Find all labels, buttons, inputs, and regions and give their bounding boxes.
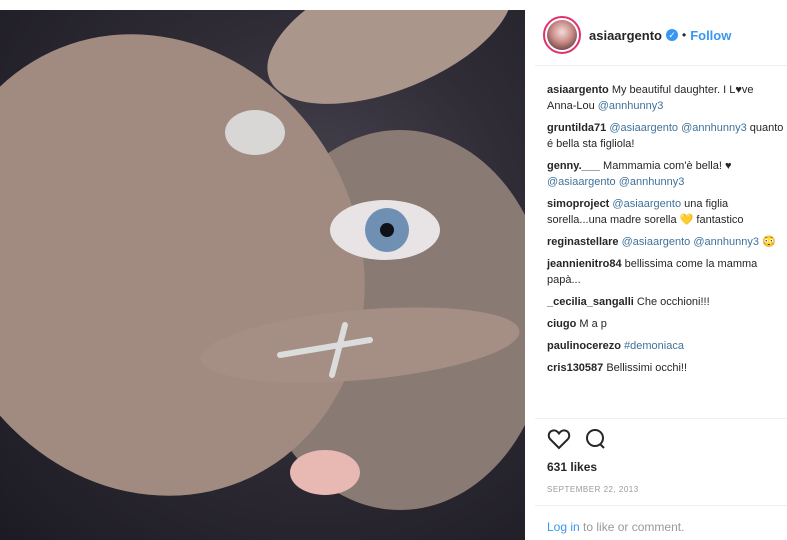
comment-icon[interactable] — [583, 428, 607, 450]
comment-text: M a p — [576, 318, 607, 330]
post-header: asiaargento ✓ • Follow — [535, 10, 787, 60]
mention-link[interactable]: @annhunny3 — [681, 122, 747, 134]
comment-username[interactable]: reginastellare — [547, 236, 619, 248]
comment-item: paulinocerezo #demoniaca — [547, 338, 787, 354]
login-link[interactable]: Log in — [547, 520, 580, 534]
avatar-image — [547, 20, 577, 50]
mention-link[interactable]: @asiaargento — [547, 176, 616, 188]
mention-link[interactable]: @asiaargento — [622, 236, 691, 248]
comment-text: Bellissimi occhi!! — [603, 362, 688, 374]
comment-username[interactable]: cris130587 — [547, 362, 603, 374]
mention-link[interactable]: @asiaargento — [612, 198, 681, 210]
comment-username[interactable]: asiaargento — [547, 84, 609, 96]
login-text: to like or comment. — [579, 520, 685, 534]
comment-item: ciugo M a p — [547, 316, 787, 332]
footer-divider — [535, 505, 787, 506]
caption: asiaargento My beautiful daughter. I L♥v… — [547, 82, 787, 114]
post-photo — [0, 10, 525, 540]
header-divider — [535, 65, 787, 66]
mention-link[interactable]: @annhunny3 — [619, 176, 685, 188]
caption-line2: Anna-Lou — [547, 100, 598, 112]
comment-item: _cecilia_sangalli Che occhioni!!! — [547, 294, 787, 310]
comment-item: reginastellare @asiaargento @annhunny3 😳 — [547, 234, 787, 250]
comments-list: asiaargento My beautiful daughter. I L♥v… — [547, 82, 787, 382]
action-bar — [547, 428, 607, 450]
comment-username[interactable]: simoproject — [547, 198, 609, 210]
comment-text: Mammamia com'è bella! ♥ — [600, 160, 732, 172]
likes-count[interactable]: 631 likes — [547, 460, 597, 474]
comment-username[interactable]: ciugo — [547, 318, 576, 330]
comment-username[interactable]: gruntilda71 — [547, 122, 606, 134]
comment-text: Che occhioni!!! — [633, 296, 710, 308]
cross-ring-icon — [277, 322, 373, 378]
mention-link[interactable]: @asiaargento — [609, 122, 678, 134]
comment-item: cris130587 Bellissimi occhi!! — [547, 360, 787, 376]
mention-link[interactable]: #demoniaca — [624, 340, 684, 352]
avatar[interactable] — [543, 16, 581, 54]
mention-link[interactable]: @annhunny3 — [598, 100, 664, 112]
comments-divider — [535, 418, 787, 419]
caption-text: My beautiful daughter. I L♥ve — [611, 84, 754, 96]
comment-item: genny.___ Mammamia com'è bella! ♥ @asiaa… — [547, 158, 787, 190]
comment-username[interactable]: paulinocerezo — [547, 340, 621, 352]
post-sidebar: asiaargento ✓ • Follow asiaargento My be… — [535, 0, 787, 540]
comment-item: jeannienitro84 bellissima come la mamma … — [547, 256, 787, 288]
comment-item: gruntilda71 @asiaargento @annhunny3 quan… — [547, 120, 787, 152]
post-date: SEPTEMBER 22, 2013 — [547, 485, 639, 494]
separator-dot: • — [681, 28, 687, 42]
comment-username[interactable]: _cecilia_sangalli — [547, 296, 634, 308]
mention-link[interactable]: @annhunny3 — [693, 236, 759, 248]
comment-username[interactable]: genny.___ — [547, 160, 600, 172]
login-prompt: Log in to like or comment. — [547, 520, 684, 534]
comment-username[interactable]: jeannienitro84 — [547, 258, 622, 270]
post-username[interactable]: asiaargento — [589, 28, 662, 43]
verified-icon: ✓ — [665, 29, 678, 41]
follow-button[interactable]: Follow — [690, 28, 731, 43]
comment-item: simoproject @asiaargento una figlia sore… — [547, 196, 787, 228]
comment-text: 😳 — [758, 236, 776, 248]
heart-icon[interactable] — [547, 428, 571, 450]
